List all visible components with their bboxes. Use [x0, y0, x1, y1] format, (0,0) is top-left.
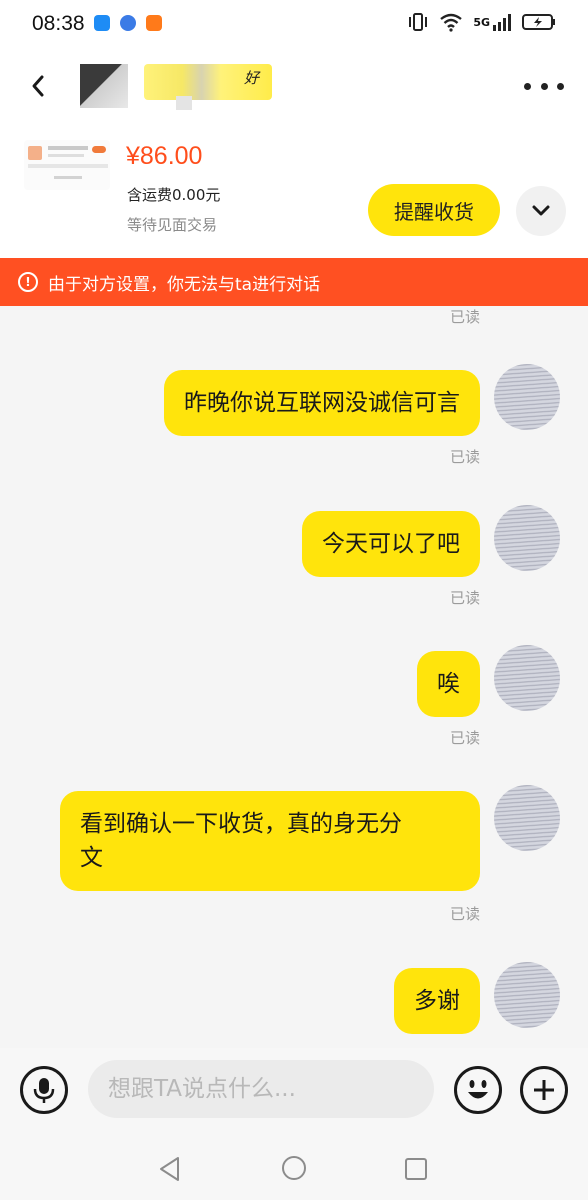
- signal-icon: [493, 14, 511, 31]
- warning-circle-icon: !: [18, 272, 38, 292]
- message-bubble[interactable]: 多谢: [394, 968, 480, 1034]
- status-bar: 08:38 5G: [0, 0, 588, 48]
- battery-icon: [522, 14, 555, 30]
- message-bubble[interactable]: 看到确认一下收货，真的身无分 文: [60, 791, 480, 891]
- banner-text: 由于对方设置，你无法与ta进行对话: [48, 274, 321, 295]
- notification-icons: [94, 15, 162, 31]
- trade-status: 等待见面交易: [127, 216, 218, 234]
- shipping-fee: 含运费0.00元: [127, 186, 221, 204]
- more-button[interactable]: [524, 74, 564, 98]
- message-bubble[interactable]: 今天可以了吧: [302, 511, 480, 577]
- status-indicators: 5G: [407, 12, 556, 32]
- input-bar: [0, 1048, 588, 1140]
- shopping-app-icon: [146, 15, 162, 31]
- more-dots-icon: [524, 82, 531, 90]
- self-avatar[interactable]: [494, 645, 560, 711]
- product-card[interactable]: ¥86.00 含运费0.00元 等待见面交易 提醒收货: [0, 128, 588, 258]
- read-receipt: 已读: [449, 589, 480, 607]
- name-blur-fragment: [176, 96, 192, 110]
- plus-icon: [534, 1080, 554, 1100]
- self-avatar[interactable]: [494, 505, 560, 571]
- message-app-icon: [94, 15, 110, 31]
- status-time: 08:38: [32, 12, 85, 35]
- read-receipt: 已读: [449, 729, 480, 747]
- nav-recents-icon[interactable]: [405, 1158, 427, 1180]
- product-price: ¥86.00: [126, 142, 203, 170]
- remind-receipt-button[interactable]: 提醒收货: [368, 184, 500, 236]
- contact-avatar-blurred[interactable]: [80, 64, 128, 108]
- message-input[interactable]: [88, 1060, 434, 1118]
- nav-back-icon[interactable]: [158, 1156, 182, 1182]
- browser-app-icon: [120, 15, 136, 31]
- nav-home-icon[interactable]: [282, 1156, 306, 1180]
- contact-name-suffix: 好: [244, 69, 260, 87]
- chevron-down-icon: [532, 205, 550, 216]
- message-bubble[interactable]: 唉: [417, 651, 480, 717]
- vibrate-icon: [409, 13, 428, 31]
- system-nav-bar: [0, 1140, 588, 1200]
- product-thumbnail[interactable]: [24, 140, 110, 190]
- back-arrow-icon: [32, 75, 44, 97]
- voice-button[interactable]: [20, 1066, 68, 1114]
- microphone-icon: [33, 1078, 55, 1103]
- read-receipt: 已读: [449, 905, 480, 923]
- emoji-button[interactable]: [454, 1066, 502, 1114]
- emoji-icon: [468, 1080, 488, 1099]
- network-type-label: 5G: [473, 15, 490, 29]
- self-avatar[interactable]: [494, 364, 560, 430]
- self-avatar[interactable]: [494, 962, 560, 1028]
- message-bubble[interactable]: 昨晚你说互联网没诚信可言: [164, 370, 480, 436]
- chat-header: 好: [0, 48, 588, 128]
- self-avatar[interactable]: [494, 785, 560, 851]
- read-receipt: 已读: [449, 448, 480, 466]
- read-receipt: 已读: [449, 308, 480, 326]
- plus-button[interactable]: [520, 1066, 568, 1114]
- blocked-banner: ! 由于对方设置，你无法与ta进行对话: [0, 258, 588, 306]
- wifi-icon: [440, 13, 463, 32]
- back-button[interactable]: [22, 70, 54, 102]
- expand-button[interactable]: [516, 186, 566, 236]
